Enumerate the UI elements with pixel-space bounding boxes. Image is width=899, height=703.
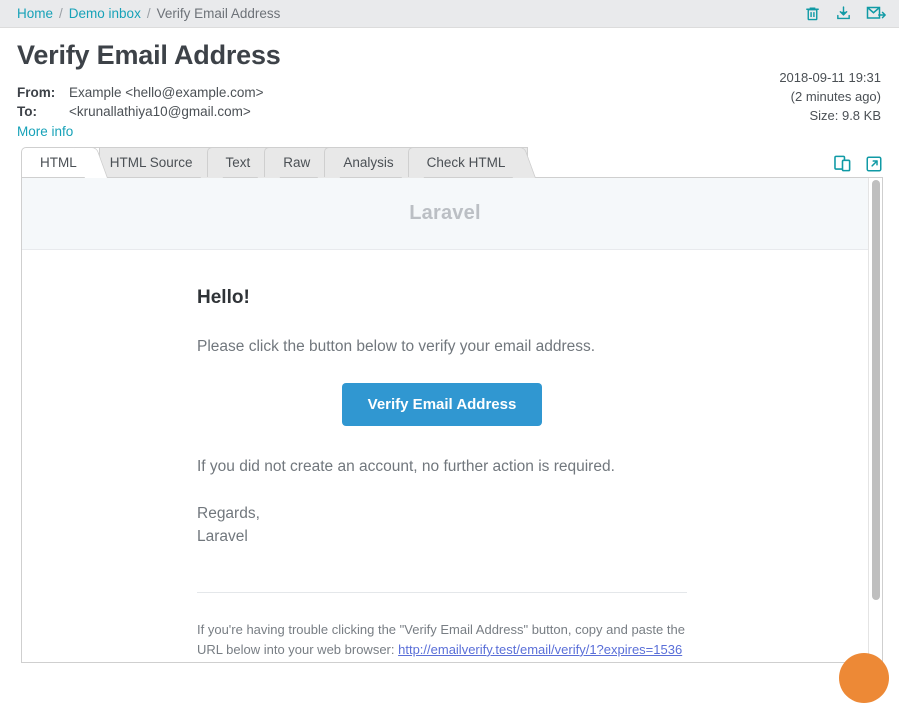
delete-icon[interactable] bbox=[804, 5, 821, 22]
brand-logo-text: Laravel bbox=[409, 202, 480, 225]
email-divider bbox=[197, 592, 687, 593]
email-no-account-text: If you did not create an account, no fur… bbox=[197, 456, 687, 478]
tab-text[interactable]: Text bbox=[207, 147, 274, 177]
email-signature: Laravel bbox=[197, 526, 687, 548]
email-greeting: Hello! bbox=[197, 284, 687, 312]
tab-html-source[interactable]: HTML Source bbox=[91, 147, 216, 177]
verify-email-address-button[interactable]: Verify Email Address bbox=[342, 383, 543, 426]
message-header: Verify Email Address From: Example <hell… bbox=[0, 28, 899, 145]
tab-label: HTML Source bbox=[110, 155, 193, 170]
topbar-actions bbox=[804, 0, 887, 27]
cta-container: Verify Email Address bbox=[197, 383, 687, 426]
meta-row-to: To: <krunallathiya10@gmail.com> bbox=[17, 102, 883, 121]
email-body: Hello! Please click the button below to … bbox=[22, 250, 868, 662]
tab-html[interactable]: HTML bbox=[21, 147, 100, 177]
from-label: From: bbox=[17, 83, 69, 102]
breadcrumb-bar: Home / Demo inbox / Verify Email Address bbox=[0, 0, 899, 28]
breadcrumb-demo-inbox[interactable]: Demo inbox bbox=[69, 6, 141, 21]
email-regards: Regards, bbox=[197, 503, 687, 525]
open-external-icon[interactable] bbox=[865, 155, 883, 173]
breadcrumb-separator-2: / bbox=[147, 6, 151, 21]
tab-label: Analysis bbox=[343, 155, 393, 170]
help-chat-bubble[interactable] bbox=[839, 653, 889, 703]
page-title: Verify Email Address bbox=[17, 40, 883, 71]
tab-bar-actions bbox=[833, 154, 883, 173]
message-size: Size: 9.8 KB bbox=[779, 106, 881, 125]
breadcrumb-current: Verify Email Address bbox=[157, 6, 281, 21]
email-footnote: If you're having trouble clicking the "V… bbox=[197, 620, 687, 662]
tab-label: Check HTML bbox=[427, 155, 506, 170]
message-stats: 2018-09-11 19:31 (2 minutes ago) Size: 9… bbox=[779, 68, 881, 125]
tab-analysis[interactable]: Analysis bbox=[324, 147, 416, 177]
tab-label: Raw bbox=[283, 155, 310, 170]
tab-check-html[interactable]: Check HTML bbox=[408, 147, 529, 177]
message-date: 2018-09-11 19:31 bbox=[779, 68, 881, 87]
scrollbar-thumb[interactable] bbox=[872, 180, 880, 600]
message-meta: From: Example <hello@example.com> To: <k… bbox=[17, 83, 883, 121]
tab-label: Text bbox=[226, 155, 251, 170]
email-brand-header: Laravel bbox=[22, 178, 868, 250]
to-label: To: bbox=[17, 102, 69, 121]
message-relative-time: (2 minutes ago) bbox=[779, 87, 881, 106]
responsive-preview-icon[interactable] bbox=[833, 154, 852, 173]
email-preview-pane: Laravel Hello! Please click the button b… bbox=[21, 177, 883, 663]
email-scrollbar[interactable] bbox=[868, 178, 882, 662]
breadcrumb-home[interactable]: Home bbox=[17, 6, 53, 21]
download-icon[interactable] bbox=[835, 5, 852, 22]
tab-label: HTML bbox=[40, 155, 77, 170]
forward-email-icon[interactable] bbox=[866, 5, 887, 22]
email-content: Laravel Hello! Please click the button b… bbox=[22, 178, 868, 662]
email-intro-text: Please click the button below to verify … bbox=[197, 336, 687, 358]
to-value: <krunallathiya10@gmail.com> bbox=[69, 102, 251, 121]
meta-row-from: From: Example <hello@example.com> bbox=[17, 83, 883, 102]
tab-raw[interactable]: Raw bbox=[264, 147, 333, 177]
from-value: Example <hello@example.com> bbox=[69, 83, 264, 102]
breadcrumb-separator-1: / bbox=[59, 6, 63, 21]
tab-bar: HTML HTML Source Text Raw Analysis Check… bbox=[21, 145, 883, 177]
breadcrumb: Home / Demo inbox / Verify Email Address bbox=[17, 6, 280, 21]
more-info-link[interactable]: More info bbox=[17, 124, 73, 139]
